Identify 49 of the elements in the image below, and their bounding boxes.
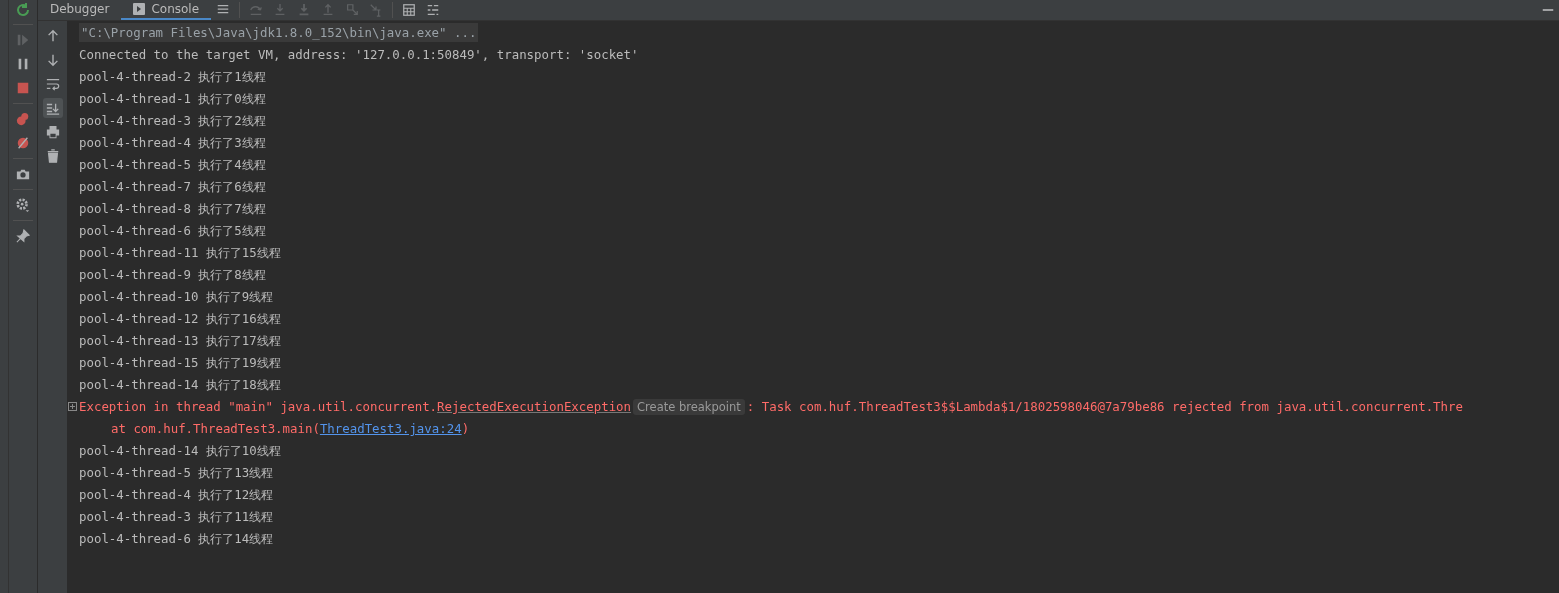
settings-icon[interactable] bbox=[16, 198, 30, 212]
output-line: pool-4-thread-6 执行了5线程 bbox=[79, 223, 266, 238]
output-line: pool-4-thread-3 执行了2线程 bbox=[79, 113, 266, 128]
pause-icon[interactable] bbox=[16, 57, 30, 71]
dots-icon[interactable] bbox=[16, 112, 30, 126]
trash-icon bbox=[45, 149, 60, 163]
output-line: pool-4-thread-5 执行了13线程 bbox=[79, 465, 274, 480]
calculator-icon[interactable] bbox=[402, 3, 417, 17]
output-line: pool-4-thread-14 执行了10线程 bbox=[79, 443, 281, 458]
output-line: pool-4-thread-6 执行了14线程 bbox=[79, 531, 274, 546]
output-line: pool-4-thread-13 执行了17线程 bbox=[79, 333, 281, 348]
exception-text: Exception in thread "main" java.util.concurrent. bbox=[79, 399, 438, 414]
create-breakpoint-button[interactable]: Create breakpoint bbox=[633, 399, 745, 415]
exception-link[interactable]: RejectedExecutionException bbox=[437, 399, 632, 414]
console-icon bbox=[133, 3, 146, 15]
plus-icon bbox=[68, 402, 77, 411]
stop-icon[interactable] bbox=[16, 81, 30, 95]
wrap-icon bbox=[45, 77, 60, 91]
output-line: pool-4-thread-12 执行了16线程 bbox=[79, 311, 281, 326]
printer-icon bbox=[45, 125, 60, 139]
output-line: pool-4-thread-15 执行了19线程 bbox=[79, 355, 281, 370]
output-line: pool-4-thread-4 执行了12线程 bbox=[79, 487, 274, 502]
output-line: pool-4-thread-3 执行了11线程 bbox=[79, 509, 274, 524]
exception-message: : Task com.huf.ThreadTest3$$Lambda$1/1802598046@7a79be86 rejected from java.util.concurrent.Thre bbox=[746, 399, 1463, 414]
output-line: Connected to the target VM, address: '127.0.0.1:50849', transport: 'socket' bbox=[79, 47, 639, 62]
stack-trace-text: ) bbox=[461, 421, 470, 436]
output-line: pool-4-thread-7 执行了6线程 bbox=[79, 179, 266, 194]
output-line: pool-4-thread-2 执行了1线程 bbox=[79, 69, 266, 84]
scroll-to-end-icon bbox=[45, 101, 60, 115]
tab[interactable]: Debugger bbox=[38, 0, 122, 20]
output-line: pool-4-thread-8 执行了7线程 bbox=[79, 201, 266, 216]
crossed-dot-icon[interactable] bbox=[16, 136, 30, 150]
output-line: pool-4-thread-4 执行了3线程 bbox=[79, 135, 266, 150]
source-link[interactable]: ThreadTest3.java:24 bbox=[319, 421, 462, 436]
output-line: pool-4-thread-9 执行了8线程 bbox=[79, 267, 266, 282]
camera-icon[interactable] bbox=[16, 167, 30, 181]
expand-button[interactable] bbox=[68, 402, 77, 411]
rerun-icon[interactable] bbox=[15, 2, 31, 18]
output-line: pool-4-thread-1 执行了0线程 bbox=[79, 91, 266, 106]
output-line: pool-4-thread-11 执行了15线程 bbox=[79, 245, 281, 260]
output-line: pool-4-thread-5 执行了4线程 bbox=[79, 157, 266, 172]
lines-icon[interactable] bbox=[426, 3, 441, 17]
scroll-to-end-button[interactable] bbox=[42, 98, 63, 118]
output-line: pool-4-thread-14 执行了18线程 bbox=[79, 377, 281, 392]
output-line: pool-4-thread-10 执行了9线程 bbox=[79, 289, 274, 304]
up-arrow-icon bbox=[45, 29, 60, 43]
stack-trace-text: at com.huf.ThreadTest3.main( bbox=[111, 421, 320, 436]
down-arrow-icon bbox=[45, 53, 60, 67]
pin-icon[interactable] bbox=[16, 229, 30, 243]
